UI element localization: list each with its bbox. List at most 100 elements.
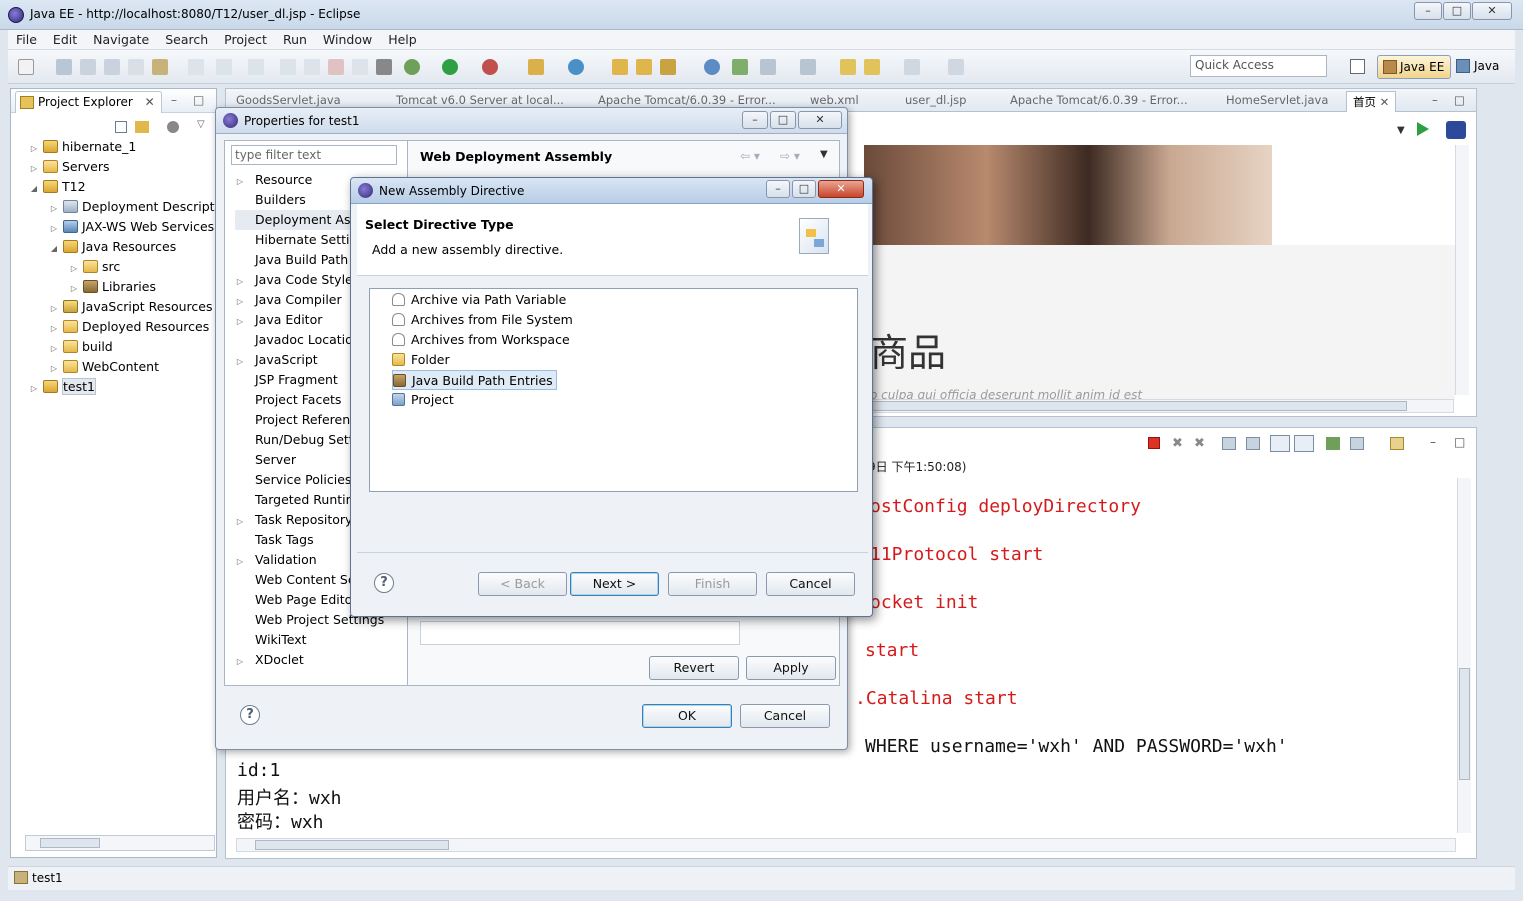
scrollbar-thumb[interactable]	[40, 838, 100, 848]
help-icon[interactable]: ?	[374, 573, 394, 593]
show-stderr-icon[interactable]	[1294, 435, 1314, 452]
tree-item[interactable]: ▷ WebContent	[49, 357, 159, 377]
toggle-mark-icon[interactable]	[732, 59, 748, 75]
expand-icon[interactable]: ▷	[49, 319, 59, 339]
maximize-editor-icon[interactable]: □	[1454, 93, 1465, 107]
remove-all-launches-icon[interactable]: ✖	[1194, 436, 1205, 451]
maximize-console-icon[interactable]: □	[1454, 435, 1465, 449]
cancel-button[interactable]: Cancel	[740, 704, 830, 728]
step-into-icon[interactable]	[280, 59, 296, 75]
tab-tomcat-server[interactable]: Tomcat v6.0 Server at local...	[396, 93, 564, 107]
tree-item[interactable]: ▷ JAX-WS Web Services	[49, 217, 214, 237]
expand-icon[interactable]: ▷	[29, 159, 39, 179]
view-menu-icon[interactable]: ▽	[197, 119, 205, 130]
directive-close-button[interactable]: ✕	[818, 180, 864, 198]
disconnect-icon[interactable]	[352, 59, 368, 75]
directive-option[interactable]: Archives from File System	[392, 310, 573, 330]
apply-button[interactable]: Apply	[746, 656, 836, 680]
menu-edit[interactable]: Edit	[45, 30, 85, 50]
open-perspective-icon[interactable]	[1350, 59, 1365, 74]
forward-icon[interactable]	[248, 59, 264, 75]
expand-icon[interactable]: ▷	[235, 292, 245, 312]
build-icon[interactable]	[152, 59, 168, 75]
display-console-icon[interactable]	[1350, 437, 1364, 450]
console-hscroll-thumb[interactable]	[255, 840, 449, 850]
forward-nav-icon[interactable]	[904, 59, 920, 75]
previous-annotation-icon[interactable]	[800, 59, 816, 75]
collapse-all-icon[interactable]	[115, 121, 127, 133]
expand-icon[interactable]: ▷	[29, 139, 39, 159]
scroll-lock-icon[interactable]	[1246, 437, 1260, 450]
next-button[interactable]: Next >	[570, 572, 659, 596]
tree-item[interactable]: ▷ JavaScript Resources	[49, 297, 213, 319]
menu-run[interactable]: Run	[275, 30, 315, 50]
maximize-view-icon[interactable]: □	[193, 93, 204, 107]
redo-icon[interactable]	[216, 59, 232, 75]
directive-option[interactable]: Project	[392, 390, 454, 410]
perspective-java-ee[interactable]: Java EE	[1377, 55, 1451, 79]
tab-home-page[interactable]: 首页 ✕	[1346, 91, 1397, 112]
menu-navigate[interactable]: Navigate	[85, 30, 157, 50]
directive-option[interactable]: Archives from Workspace	[392, 330, 570, 350]
menu-project[interactable]: Project	[216, 30, 275, 50]
revert-button[interactable]: Revert	[649, 656, 739, 680]
properties-nav-item[interactable]: WikiText	[235, 630, 407, 650]
menu-window[interactable]: Window	[315, 30, 380, 50]
expand-icon[interactable]: ▷	[235, 172, 245, 192]
url-dropdown-icon[interactable]: ▼	[1397, 125, 1405, 136]
expand-icon[interactable]: ▷	[235, 352, 245, 372]
tree-item[interactable]: ◢ Java Resources	[49, 237, 176, 257]
page-menu-icon[interactable]: ▼	[820, 149, 828, 160]
horizontal-scrollbar[interactable]	[25, 835, 215, 851]
tree-item[interactable]: ▷ Deployed Resources	[49, 317, 209, 337]
show-stdout-icon[interactable]	[1270, 435, 1290, 452]
last-edit-icon[interactable]	[840, 59, 856, 75]
collapse-icon[interactable]: ◢	[29, 179, 39, 199]
tree-item[interactable]: ▷ Servers	[29, 157, 110, 177]
run-icon[interactable]	[442, 59, 458, 75]
minimize-button[interactable]: –	[1414, 2, 1442, 20]
expand-icon[interactable]: ▷	[49, 339, 59, 359]
tab-web-xml[interactable]: web.xml	[810, 93, 859, 107]
expand-icon[interactable]: ▷	[49, 359, 59, 379]
expand-icon[interactable]: ▷	[69, 259, 79, 279]
expand-icon[interactable]: ▷	[49, 299, 59, 319]
menu-search[interactable]: Search	[157, 30, 216, 50]
filter-icon[interactable]	[167, 121, 179, 133]
open-console-icon[interactable]	[1390, 437, 1404, 450]
pin-editor-icon[interactable]	[948, 59, 964, 75]
minimize-console-icon[interactable]: –	[1430, 435, 1436, 449]
directive-option[interactable]: Archive via Path Variable	[392, 290, 566, 310]
back-button[interactable]: < Back	[478, 572, 567, 596]
forward-history-icon[interactable]: ⇨ ▾	[780, 149, 800, 163]
ok-button[interactable]: OK	[642, 704, 732, 728]
print-icon[interactable]	[104, 59, 120, 75]
close-view-icon[interactable]: ✕	[145, 95, 155, 109]
back-history-icon[interactable]: ⇦ ▾	[740, 149, 760, 163]
expand-icon[interactable]: ▷	[235, 512, 245, 532]
new-icon[interactable]	[18, 59, 34, 75]
cancel-button[interactable]: Cancel	[766, 572, 855, 596]
expand-icon[interactable]: ▷	[69, 279, 79, 299]
expand-icon[interactable]: ▷	[49, 219, 59, 239]
close-window-button[interactable]: ✕	[1472, 2, 1512, 20]
expand-icon[interactable]: ▷	[235, 652, 245, 672]
properties-close-button[interactable]: ✕	[798, 111, 842, 129]
collapse-icon[interactable]: ◢	[49, 239, 59, 259]
open-type-icon[interactable]	[612, 59, 628, 75]
expand-icon[interactable]: ▷	[235, 312, 245, 332]
tree-item[interactable]: ▷ hibernate_1	[29, 137, 136, 157]
search-icon[interactable]	[660, 59, 676, 75]
expand-icon[interactable]: ▷	[29, 379, 39, 399]
expand-icon[interactable]: ▷	[49, 199, 59, 219]
terminate-console-icon[interactable]	[1148, 437, 1160, 449]
finish-button[interactable]: Finish	[668, 572, 757, 596]
perspective-java[interactable]: Java	[1454, 55, 1514, 79]
browser-menu-icon[interactable]	[1446, 121, 1466, 139]
tree-item[interactable]: ▷ build	[49, 337, 113, 357]
next-annotation-icon[interactable]	[760, 59, 776, 75]
tab-tomcat-error-2[interactable]: Apache Tomcat/6.0.39 - Error...	[1010, 93, 1188, 107]
tab-tomcat-error-1[interactable]: Apache Tomcat/6.0.39 - Error...	[598, 93, 776, 107]
directive-minimize-button[interactable]: –	[766, 180, 790, 198]
save-icon[interactable]	[56, 59, 72, 75]
